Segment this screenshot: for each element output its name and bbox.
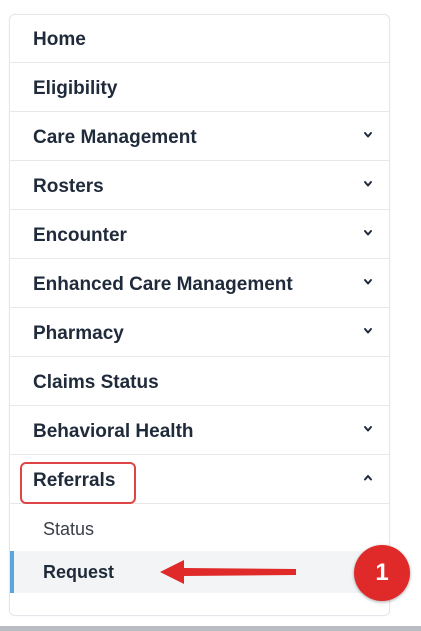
- nav-item-encounter[interactable]: Encounter: [10, 211, 389, 259]
- submenu-item-label: Status: [43, 519, 95, 539]
- chevron-down-icon: [364, 230, 372, 236]
- nav-item-label: Enhanced Care Management: [33, 274, 293, 295]
- submenu-item-status[interactable]: Status: [10, 508, 389, 550]
- nav-item-label: Care Management: [33, 127, 197, 148]
- nav-item-enhanced-care-management[interactable]: Enhanced Care Management: [10, 260, 389, 308]
- chevron-down-icon: [364, 132, 372, 138]
- nav-item-label: Pharmacy: [33, 323, 124, 344]
- nav-item-behavioral-health[interactable]: Behavioral Health: [10, 407, 389, 455]
- chevron-down-icon: [364, 426, 372, 432]
- chevron-up-icon: [364, 475, 372, 481]
- step-number-badge: 1: [354, 545, 410, 601]
- chevron-down-icon: [364, 279, 372, 285]
- nav-item-claims-status[interactable]: Claims Status: [10, 358, 389, 406]
- sidebar-nav: Home Eligibility Care Management Rosters…: [9, 14, 390, 616]
- nav-item-home[interactable]: Home: [10, 15, 389, 63]
- nav-item-label: Claims Status: [33, 372, 159, 393]
- nav-item-label: Eligibility: [33, 78, 118, 99]
- nav-item-label: Encounter: [33, 225, 127, 246]
- submenu-item-label: Request: [43, 562, 115, 582]
- nav-item-label: Home: [33, 29, 86, 50]
- nav-item-eligibility[interactable]: Eligibility: [10, 64, 389, 112]
- nav-item-label: Rosters: [33, 176, 104, 197]
- nav-item-rosters[interactable]: Rosters: [10, 162, 389, 210]
- nav-item-pharmacy[interactable]: Pharmacy: [10, 309, 389, 357]
- nav-item-care-management[interactable]: Care Management: [10, 113, 389, 161]
- bottom-divider: [0, 626, 421, 631]
- referrals-highlight-box: [20, 462, 136, 504]
- nav-item-label: Behavioral Health: [33, 421, 194, 442]
- chevron-down-icon: [364, 328, 372, 334]
- chevron-down-icon: [364, 181, 372, 187]
- pointer-arrow-icon: [160, 560, 296, 584]
